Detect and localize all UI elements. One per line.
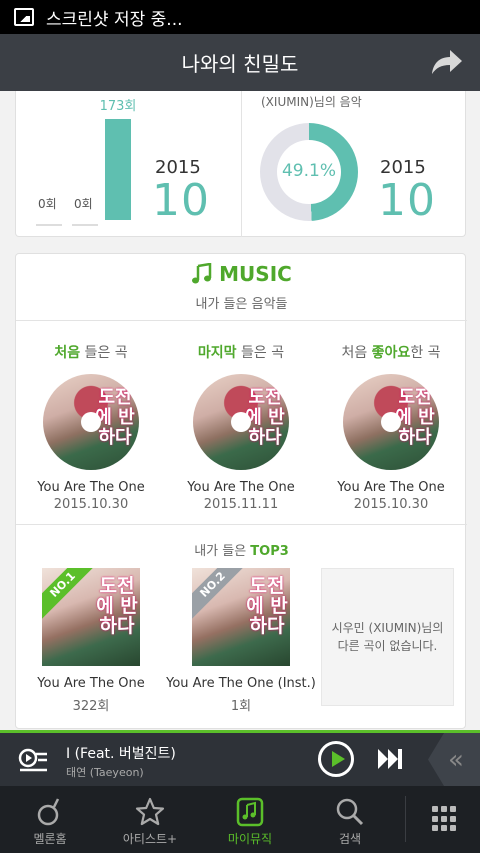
app-header: 나와의 친밀도 — [0, 34, 480, 91]
first-played-caption: 처음 들은 곡 — [54, 345, 128, 361]
song-title: You Are The One — [187, 480, 295, 495]
next-track-icon[interactable] — [376, 747, 404, 771]
tab-artist-plus[interactable]: 아티스트+ — [100, 786, 200, 853]
music-note-icon — [192, 263, 212, 284]
album-disc: 도전에 반하다 — [343, 374, 439, 470]
grid-menu-icon — [432, 806, 458, 832]
song-date: 2015.11.11 — [203, 497, 279, 512]
top3-title: 내가 들은 TOP3 — [194, 544, 289, 559]
first-liked-caption: 처음 좋아요한 곡 — [341, 345, 441, 361]
left-month: 10 — [152, 175, 210, 226]
card-divider — [241, 91, 242, 237]
playlist-icon[interactable] — [18, 747, 48, 773]
top3-item-1[interactable]: 도전에 반하다 NO.1 You Are The One 322회 — [16, 568, 166, 714]
first-liked-song[interactable]: 처음 좋아요한 곡 도전에 반하다 You Are The One 2015.1… — [316, 342, 466, 512]
rank-ribbon: NO.1 — [42, 568, 102, 624]
tab-label: 아티스트+ — [122, 832, 178, 846]
share-icon[interactable] — [430, 48, 464, 76]
tab-label: 마이뮤직 — [227, 832, 273, 846]
bottom-nav: 멜론홈 아티스트+ 마이뮤직 검색 — [0, 786, 480, 853]
mini-player: I (Feat. 버벌진트) 태연 (Taeyeon) « — [0, 730, 480, 786]
star-icon — [135, 797, 165, 826]
music-subtitle: 내가 들은 음악들 — [195, 297, 288, 312]
zero-count-label-2: 0회 — [72, 195, 98, 226]
status-text: 스크린샷 저장 중... — [46, 9, 183, 30]
my-music-icon — [236, 797, 264, 827]
music-card: MUSIC 내가 들은 음악들 처음 들은 곡 도전에 반하다 You Are … — [15, 253, 467, 729]
nav-separator — [405, 796, 406, 842]
last-played-song[interactable]: 마지막 들은 곡 도전에 반하다 You Are The One 2015.11… — [166, 342, 316, 512]
collapse-player-button[interactable]: « — [428, 733, 480, 786]
song-title: You Are The One (Inst.) — [166, 676, 316, 691]
song-date: 2015.10.30 — [353, 497, 429, 512]
play-count: 1회 — [230, 699, 252, 714]
bar-count-label: 173회 — [99, 99, 137, 114]
intimacy-card: 173회 0회 0회 2015 10 (XIUMIN)님의 음악 49.1% 2… — [15, 91, 466, 237]
album-cover: 도전에 반하다 NO.2 — [192, 568, 290, 666]
zero-count-label-1: 0회 — [36, 195, 62, 226]
first-played-song[interactable]: 처음 들은 곡 도전에 반하다 You Are The One 2015.10.… — [16, 342, 166, 512]
album-disc: 도전에 반하다 — [43, 374, 139, 470]
album-cover: 도전에 반하다 NO.1 — [42, 568, 140, 666]
right-month: 10 — [378, 175, 436, 226]
music-title: MUSIC — [191, 262, 292, 286]
song-title: You Are The One — [337, 480, 445, 495]
now-playing-title[interactable]: I (Feat. 버벌진트) — [66, 743, 176, 763]
rank-ribbon: NO.2 — [192, 568, 252, 624]
screenshot-icon — [14, 8, 34, 26]
play-count-bar — [105, 119, 131, 220]
page-title: 나와의 친밀도 — [181, 52, 299, 76]
tab-search[interactable]: 검색 — [300, 786, 400, 853]
search-icon — [336, 798, 364, 826]
song-title: You Are The One — [37, 676, 145, 691]
play-count: 322회 — [72, 699, 110, 714]
tab-my-music[interactable]: 마이뮤직 — [200, 786, 300, 853]
status-bar: 스크린샷 저장 중... — [0, 0, 480, 34]
divider-line — [16, 524, 467, 525]
melon-home-icon — [37, 798, 60, 826]
tab-melon-home[interactable]: 멜론홈 — [0, 786, 100, 853]
menu-button[interactable] — [420, 786, 480, 853]
tab-label: 멜론홈 — [33, 832, 67, 846]
tab-label: 검색 — [338, 832, 362, 846]
divider-line — [16, 320, 467, 321]
play-button[interactable] — [318, 741, 354, 777]
no-other-songs-message: 시우민 (XIUMIN)님의 다른 곡이 없습니다. — [321, 568, 454, 706]
chevron-left-double-icon: « — [448, 745, 464, 775]
artist-music-caption: (XIUMIN)님의 음악 — [261, 95, 362, 109]
last-played-caption: 마지막 들은 곡 — [197, 345, 285, 361]
song-date: 2015.10.30 — [53, 497, 129, 512]
donut-percent: 49.1% — [281, 161, 336, 181]
song-title: You Are The One — [37, 480, 145, 495]
top3-item-2[interactable]: 도전에 반하다 NO.2 You Are The One (Inst.) 1회 — [166, 568, 316, 714]
now-playing-artist: 태연 (Taeyeon) — [66, 766, 144, 779]
album-disc: 도전에 반하다 — [193, 374, 289, 470]
music-header: MUSIC 내가 들은 음악들 — [16, 262, 467, 312]
